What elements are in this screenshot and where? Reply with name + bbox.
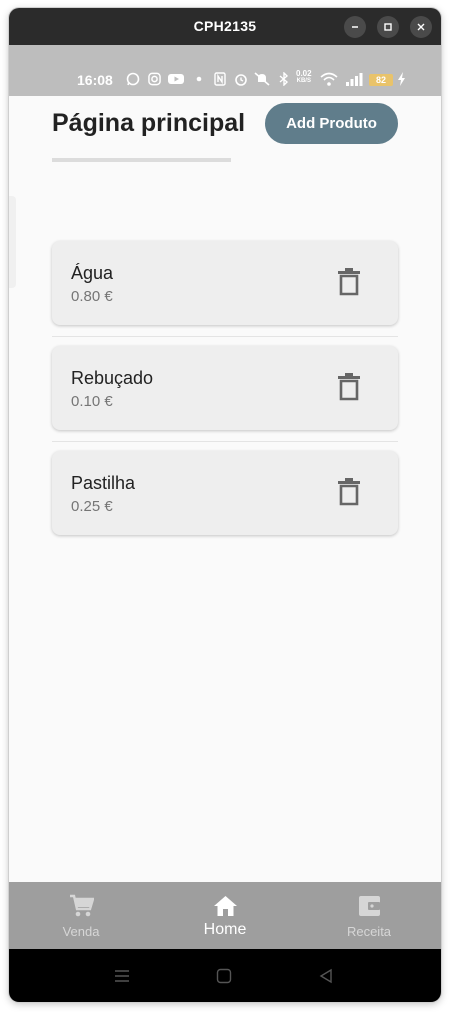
product-card[interactable]: Rebuçado 0.10 €	[52, 346, 398, 430]
delete-icon[interactable]	[337, 478, 361, 506]
maximize-button[interactable]	[377, 16, 399, 38]
nav-item-venda[interactable]: Venda	[9, 882, 153, 949]
youtube-icon	[168, 74, 184, 84]
delete-icon[interactable]	[337, 373, 361, 401]
charging-icon	[398, 72, 405, 86]
status-time: 16:08	[77, 72, 113, 88]
nav-item-receita[interactable]: Receita	[297, 882, 441, 949]
instagram-icon	[148, 72, 161, 86]
product-price: 0.25 €	[71, 498, 113, 515]
close-button[interactable]	[410, 16, 432, 38]
maximize-icon	[384, 23, 392, 31]
home-system-icon[interactable]	[216, 968, 232, 984]
mute-icon	[254, 72, 270, 86]
status-bar: 16:08 0.02 KB/S 82	[9, 45, 441, 96]
product-name: Água	[71, 263, 114, 283]
cart-icon	[70, 894, 94, 917]
product-name: Rebuçado	[71, 368, 154, 388]
nav-label: Venda	[62, 924, 100, 939]
back-icon[interactable]	[318, 968, 334, 984]
network-speed-unit: KB/S	[296, 78, 311, 84]
drawer-edge-handle[interactable]	[9, 196, 16, 288]
dot-icon	[196, 76, 202, 82]
network-speed: 0.02 KB/S	[296, 70, 312, 85]
nfc-icon	[214, 72, 226, 86]
nav-label: Receita	[346, 924, 392, 939]
whatsapp-icon	[126, 72, 140, 86]
app-window: CPH2135 16:08 0.02 KB/S 82 Página princi…	[9, 8, 441, 1002]
wallet-icon	[359, 896, 380, 916]
recent-apps-icon[interactable]	[114, 968, 130, 984]
product-card[interactable]: Água 0.80 €	[52, 241, 398, 325]
alarm-icon	[235, 74, 247, 86]
list-divider	[52, 336, 398, 337]
title-underline	[52, 158, 231, 162]
product-price: 0.10 €	[71, 393, 113, 410]
product-price: 0.80 €	[71, 288, 113, 305]
home-icon	[214, 896, 237, 916]
minimize-icon	[352, 26, 358, 28]
add-product-button[interactable]: Add Produto	[265, 103, 398, 144]
main-content: Página principal Add Produto Água 0.80 €…	[9, 96, 441, 890]
delete-icon[interactable]	[337, 268, 361, 296]
nav-item-home[interactable]: Home	[153, 882, 297, 949]
product-card[interactable]: Pastilha 0.25 €	[52, 451, 398, 535]
signal-icon	[346, 73, 363, 86]
close-icon	[417, 23, 425, 31]
bottom-navigation: Venda Home Receita	[9, 882, 441, 949]
window-titlebar: CPH2135	[9, 8, 441, 45]
system-navigation-bar	[9, 949, 441, 1002]
network-speed-value: 0.02	[296, 69, 312, 78]
minimize-button[interactable]	[344, 16, 366, 38]
product-name: Pastilha	[71, 473, 136, 493]
wifi-icon	[320, 72, 338, 86]
list-divider	[52, 441, 398, 442]
nav-label: Home	[203, 921, 247, 938]
bluetooth-icon	[279, 72, 289, 86]
battery-level: 82	[369, 74, 393, 86]
page-title: Página principal	[52, 109, 246, 137]
